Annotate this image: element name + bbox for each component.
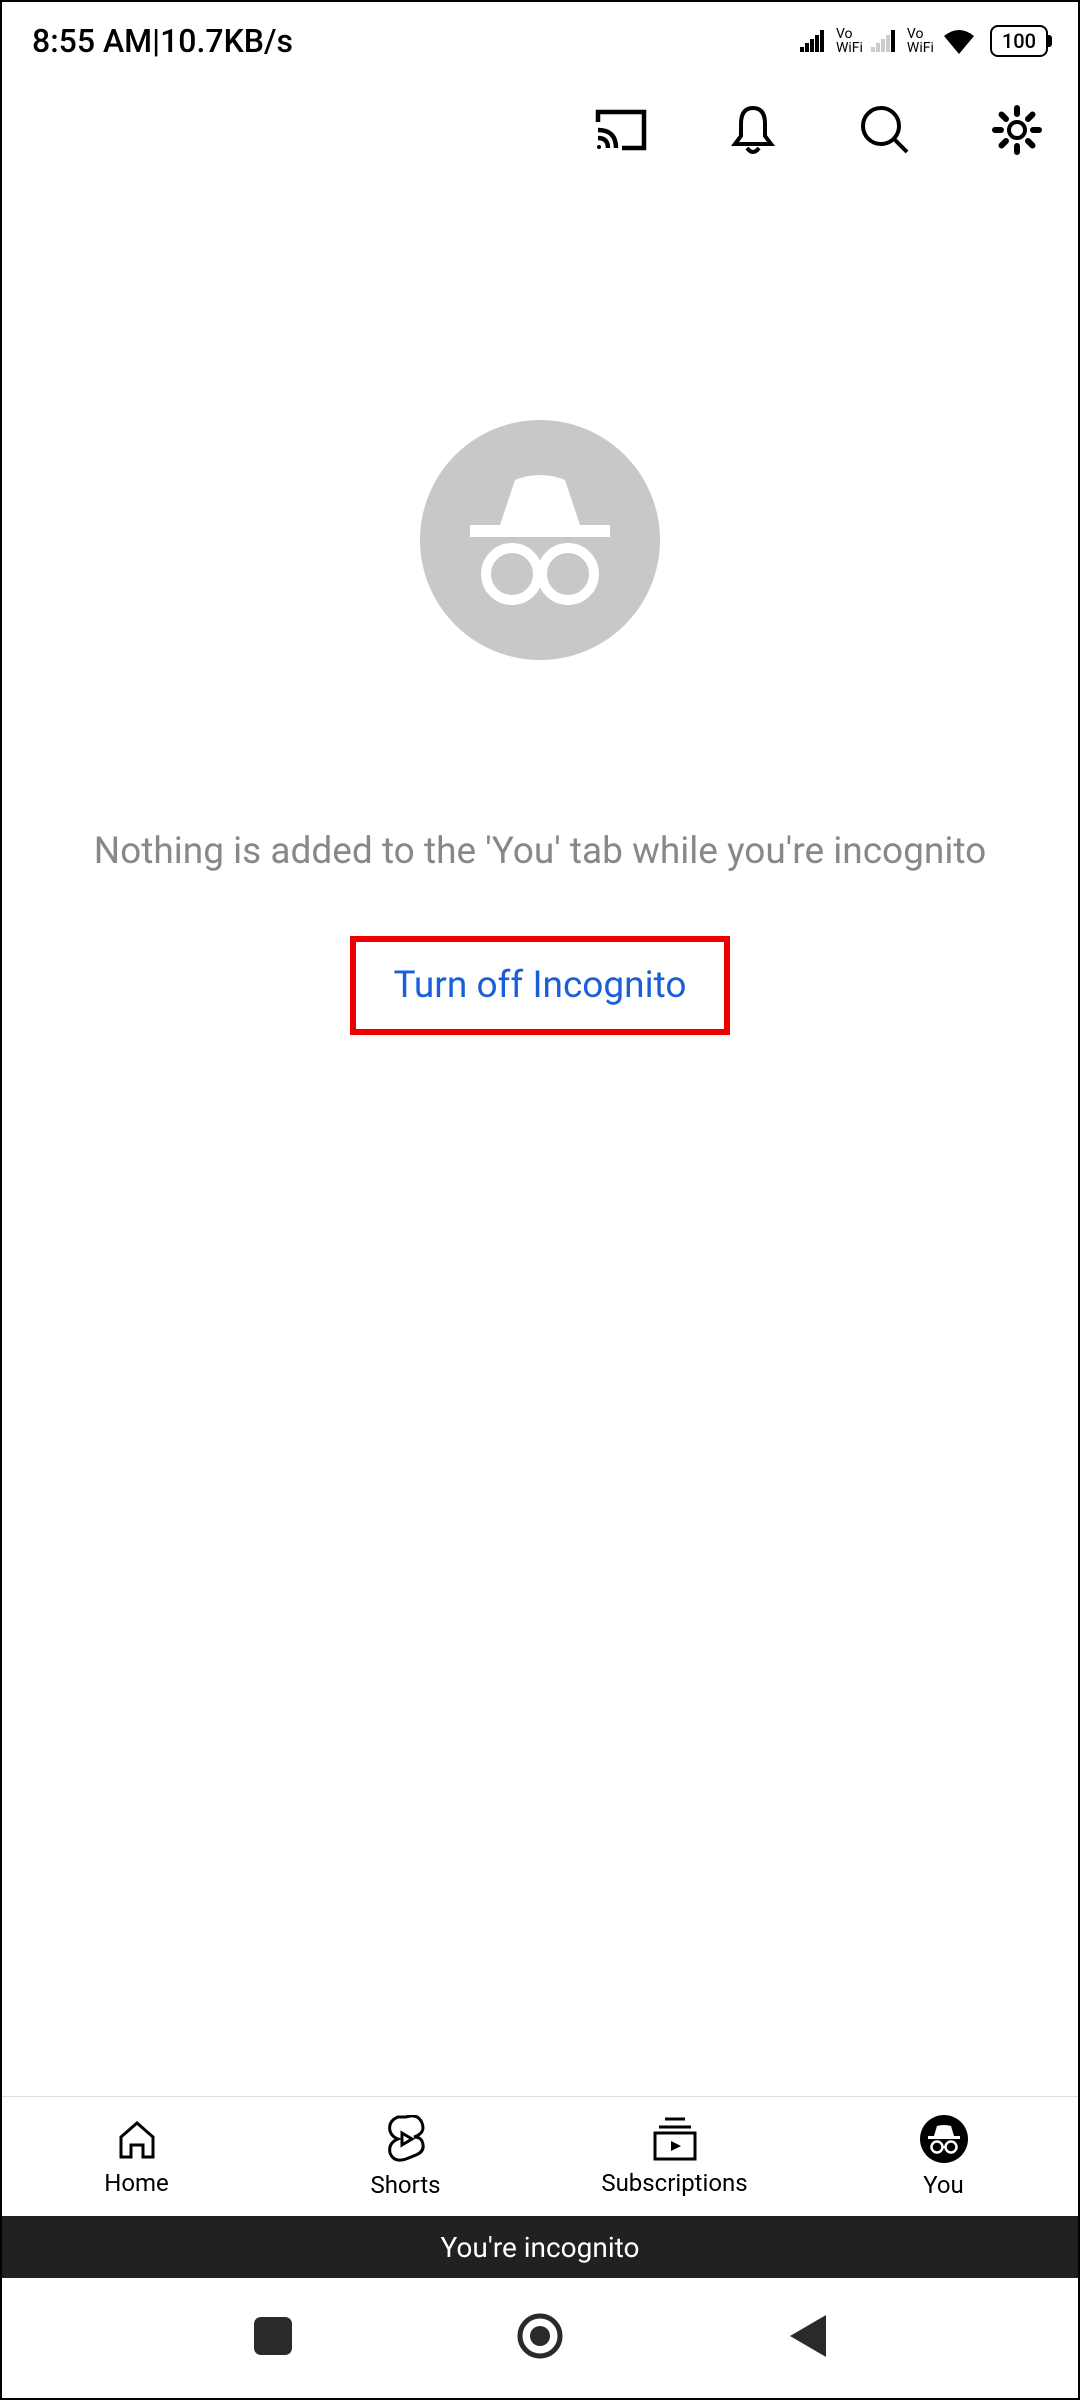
settings-button[interactable] — [990, 103, 1044, 157]
nav-you-label: You — [923, 2171, 964, 2199]
system-back-button[interactable] — [788, 2315, 826, 2361]
main-content: Nothing is added to the 'You' tab while … — [2, 180, 1078, 2096]
status-left: 8:55 AM | 10.7KB/s — [32, 22, 293, 60]
incognito-banner-text: You're incognito — [441, 2231, 640, 2264]
search-button[interactable] — [858, 103, 912, 157]
search-icon — [859, 104, 911, 156]
status-bar: 8:55 AM | 10.7KB/s VoWiFi VoWiFi 100 — [2, 2, 1078, 80]
nav-shorts[interactable]: Shorts — [271, 2097, 540, 2216]
subscriptions-icon — [651, 2117, 699, 2161]
system-recent-button[interactable] — [254, 2317, 292, 2359]
signal-icon-2 — [871, 30, 897, 52]
incognito-icon — [460, 470, 620, 610]
status-right: VoWiFi VoWiFi 100 — [800, 25, 1048, 57]
vo-wifi-label-1: VoWiFi — [836, 27, 863, 55]
circle-icon — [516, 2312, 564, 2360]
shorts-icon — [386, 2115, 426, 2163]
notifications-button[interactable] — [726, 103, 780, 157]
square-icon — [254, 2317, 292, 2355]
vo-wifi-label-2: VoWiFi — [907, 27, 934, 55]
wifi-icon — [942, 28, 976, 54]
bottom-nav: Home Shorts Subscriptions You — [2, 2096, 1078, 2216]
nav-you[interactable]: You — [809, 2097, 1078, 2216]
cast-icon — [594, 108, 648, 152]
gear-icon — [991, 104, 1043, 156]
nav-shorts-label: Shorts — [370, 2171, 440, 2199]
home-icon — [115, 2117, 159, 2161]
battery-indicator: 100 — [990, 25, 1048, 57]
incognito-banner: You're incognito — [2, 2216, 1078, 2278]
turn-off-highlight: Turn off Incognito — [350, 936, 731, 1035]
nav-home-label: Home — [104, 2169, 169, 2197]
nav-subscriptions-label: Subscriptions — [601, 2169, 747, 2197]
bell-icon — [731, 104, 775, 156]
battery-level: 100 — [1002, 29, 1036, 53]
turn-off-incognito-button[interactable]: Turn off Incognito — [394, 964, 687, 1007]
status-speed: 10.7KB/s — [160, 22, 293, 60]
nav-home[interactable]: Home — [2, 2097, 271, 2216]
triangle-back-icon — [788, 2315, 826, 2357]
system-nav — [2, 2278, 1078, 2398]
status-separator: | — [152, 22, 160, 60]
app-bar — [2, 80, 1078, 180]
nav-subscriptions[interactable]: Subscriptions — [540, 2097, 809, 2216]
status-time: 8:55 AM — [32, 22, 152, 60]
incognito-avatar — [420, 420, 660, 660]
cast-button[interactable] — [594, 103, 648, 157]
you-incognito-icon — [920, 2115, 968, 2163]
signal-icon-1 — [800, 30, 826, 52]
incognito-message: Nothing is added to the 'You' tab while … — [34, 824, 1046, 880]
system-home-button[interactable] — [516, 2312, 564, 2364]
